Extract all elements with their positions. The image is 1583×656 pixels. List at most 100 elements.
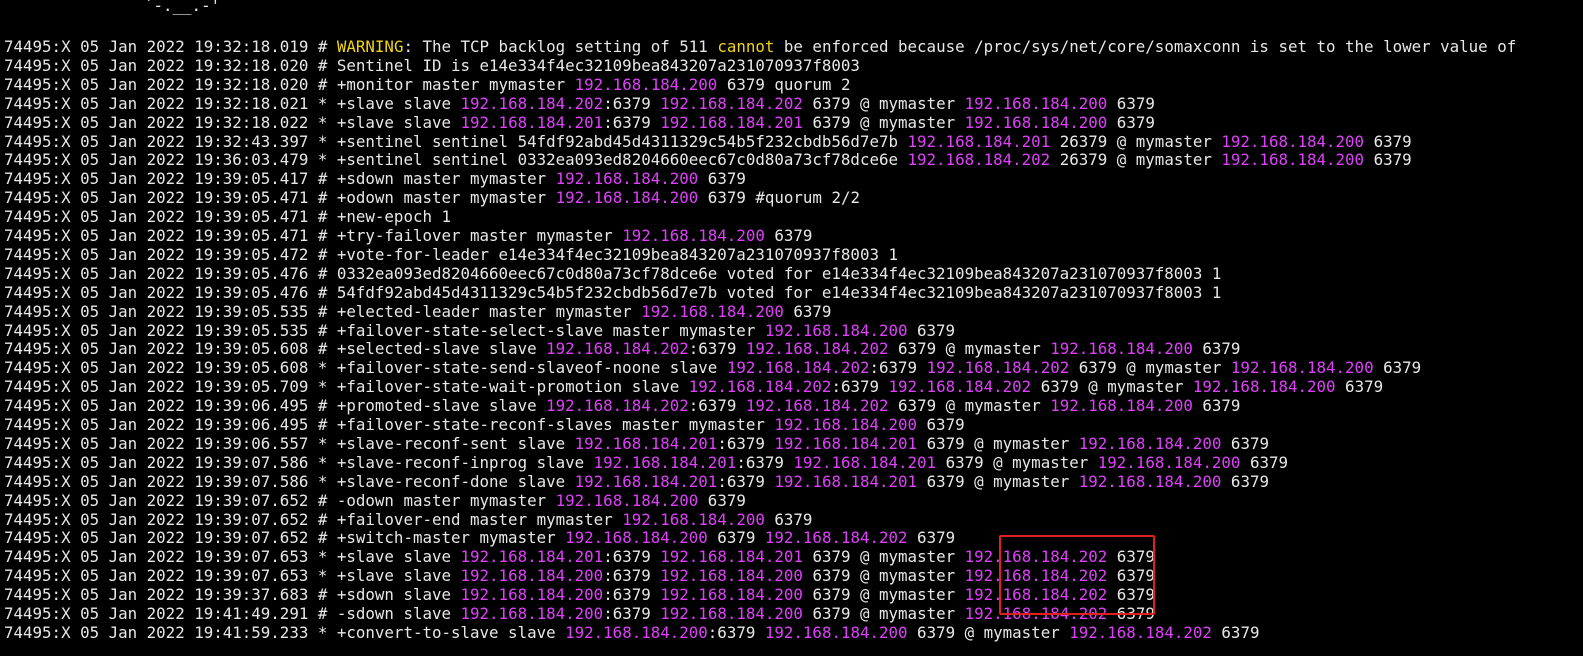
log-text: 6379 — [783, 301, 832, 321]
log-text: 6379 — [1192, 396, 1241, 416]
ip-address: 192.168.184.201 — [460, 547, 604, 567]
log-line: 74495:X 05 Jan 2022 19:41:49.291 # -sdow… — [4, 604, 1155, 623]
log-text: : The TCP backlog setting of 511 — [403, 37, 718, 56]
ip-address: 192.168.184.200 — [555, 490, 699, 510]
log-text: 74495:X 05 Jan 2022 19:32:18.020 # +moni… — [4, 74, 575, 94]
log-text: 6379 — [1107, 93, 1155, 113]
log-text: :6379 — [707, 622, 765, 642]
log-line: 74495:X 05 Jan 2022 19:39:05.471 # +odow… — [4, 188, 860, 207]
ip-address: 192.168.184.201 — [907, 131, 1051, 151]
log-text: :6379 — [688, 339, 746, 359]
log-line: 74495:X 05 Jan 2022 19:32:18.019 # WARNI… — [4, 37, 1516, 56]
log-text: 6379 @ mymaster — [802, 547, 965, 567]
log-text: 6379 — [707, 528, 765, 548]
terminal-prompt[interactable]: ^A — [4, 635, 69, 656]
log-text: 6379 — [1107, 604, 1155, 623]
log-text: 74495:X 05 Jan 2022 19:39:05.471 # +try-… — [4, 226, 623, 245]
ip-address: 192.168.184.200 — [1050, 339, 1193, 359]
ip-address: 192.168.184.200 — [1078, 471, 1222, 491]
log-text: :6379 — [717, 433, 775, 453]
ip-address: 192.168.184.202 — [964, 547, 1108, 567]
log-text: 74495:X 05 Jan 2022 19:41:49.291 # -sdow… — [4, 604, 461, 623]
log-text: 6379 @ mymaster — [917, 433, 1079, 453]
ip-address: 192.168.184.202 — [907, 150, 1051, 170]
ip-address: 192.168.184.200 — [1221, 150, 1365, 170]
ip-address: 192.168.184.202 — [546, 396, 689, 416]
ip-address: 192.168.184.200 — [565, 528, 708, 548]
warning-text: cannot — [717, 37, 775, 56]
log-text: 74495:X 05 Jan 2022 19:39:07.652 # +fail… — [4, 509, 623, 529]
log-text: 74495:X 05 Jan 2022 19:39:07.652 # -odow… — [4, 490, 556, 510]
log-text: 6379 @ mymaster — [917, 471, 1079, 491]
log-text: 74495:X 05 Jan 2022 19:39:05.709 * +fail… — [4, 377, 689, 397]
log-line: 74495:X 05 Jan 2022 19:39:05.608 # +sele… — [4, 339, 1240, 358]
log-line: 74495:X 05 Jan 2022 19:39:07.652 # +swit… — [4, 528, 955, 547]
log-line: 74495:X 05 Jan 2022 19:39:05.471 # +try-… — [4, 226, 812, 245]
log-text: 6379 @ mymaster — [1031, 377, 1193, 397]
log-text: 74495:X 05 Jan 2022 19:39:05.417 # +sdow… — [4, 169, 556, 189]
log-line: 74495:X 05 Jan 2022 19:39:37.683 # +sdow… — [4, 585, 1155, 604]
ip-address: 192.168.184.202 — [726, 358, 870, 378]
log-line: 74495:X 05 Jan 2022 19:36:03.479 * +sent… — [4, 150, 1412, 169]
ip-address: 192.168.184.200 — [660, 566, 803, 586]
log-text: 26379 @ mymaster — [1050, 131, 1222, 151]
log-line: 74495:X 05 Jan 2022 19:32:43.397 * +sent… — [4, 132, 1412, 151]
log-text: :6379 — [717, 471, 775, 491]
log-text: 6379 — [1240, 452, 1288, 472]
ip-address: 192.168.184.202 — [888, 377, 1032, 397]
ip-address: 192.168.184.200 — [1192, 377, 1336, 397]
log-text: 6379 @ mymaster — [802, 604, 965, 623]
log-text: 6379 — [1221, 433, 1269, 453]
log-text: 74495:X 05 Jan 2022 19:39:05.471 # +new-… — [4, 207, 451, 227]
log-text: 6379 — [698, 490, 746, 510]
log-line: 74495:X 05 Jan 2022 19:39:05.476 # 0332e… — [4, 264, 1221, 283]
log-text: 74495:X 05 Jan 2022 19:39:07.652 # +swit… — [4, 528, 566, 548]
log-line: 74495:X 05 Jan 2022 19:39:06.495 # +fail… — [4, 415, 965, 434]
log-text: :6379 — [603, 112, 661, 132]
ip-address: 192.168.184.200 — [574, 74, 718, 94]
log-text: 74495:X 05 Jan 2022 19:39:05.535 # +fail… — [4, 320, 765, 340]
log-text: 6379 #quorum 2/2 — [698, 188, 860, 208]
log-line: 74495:X 05 Jan 2022 19:41:59.233 * +conv… — [4, 623, 1259, 642]
log-text: 74495:X 05 Jan 2022 19:39:05.535 # +elec… — [4, 301, 642, 321]
log-text: 6379 @ mymaster — [888, 339, 1051, 359]
ip-address: 192.168.184.200 — [622, 226, 765, 245]
log-text: :6379 — [869, 358, 927, 378]
log-text: :6379 — [603, 547, 661, 567]
ip-address: 192.168.184.201 — [774, 471, 918, 491]
log-line: 74495:X 05 Jan 2022 19:39:07.652 # +fail… — [4, 510, 812, 529]
log-line: 74495:X 05 Jan 2022 19:39:05.535 # +elec… — [4, 302, 831, 321]
ip-address: 192.168.184.200 — [660, 604, 803, 623]
log-line: 74495:X 05 Jan 2022 19:39:07.586 * +slav… — [4, 472, 1269, 491]
log-line: 74495:X 05 Jan 2022 19:39:06.557 * +slav… — [4, 434, 1269, 453]
log-text: 26379 @ mymaster — [1050, 150, 1222, 170]
log-text: 6379 @ mymaster — [936, 452, 1098, 472]
log-line: 74495:X 05 Jan 2022 19:32:18.020 # Senti… — [4, 56, 860, 75]
ip-address: 192.168.184.200 — [555, 188, 699, 208]
ip-address: 192.168.184.200 — [1097, 452, 1241, 472]
log-text: 6379 quorum 2 — [717, 74, 851, 94]
log-text: 6379 — [1221, 471, 1269, 491]
log-text: 74495:X 05 Jan 2022 19:39:07.653 * +slav… — [4, 566, 461, 586]
log-text: 6379 @ mymaster — [1069, 358, 1231, 378]
ip-address: 192.168.184.200 — [460, 604, 604, 623]
log-line: 74495:X 05 Jan 2022 19:39:07.653 * +slav… — [4, 566, 1155, 585]
log-text: 74495:X 05 Jan 2022 19:39:06.495 # +fail… — [4, 415, 775, 434]
log-text: 74495:X 05 Jan 2022 19:39:05.476 # 54fdf… — [4, 282, 1222, 302]
log-text: 6379 — [1192, 339, 1241, 359]
ip-address: 192.168.184.201 — [660, 112, 803, 132]
log-text: :6379 — [603, 604, 661, 623]
log-text: be enforced because /proc/sys/net/core/s… — [774, 37, 1517, 56]
log-line: 74495:X 05 Jan 2022 19:39:07.586 * +slav… — [4, 453, 1288, 472]
log-line: 74495:X 05 Jan 2022 19:39:05.476 # 54fdf… — [4, 283, 1221, 302]
ip-address: 192.168.184.202 — [460, 93, 604, 113]
log-line: 74495:X 05 Jan 2022 19:39:07.652 # -odow… — [4, 491, 746, 510]
log-line: 74495:X 05 Jan 2022 19:39:05.417 # +sdow… — [4, 169, 746, 188]
log-text: 74495:X 05 Jan 2022 19:39:37.683 # +sdow… — [4, 585, 461, 605]
log-text: 74495:X 05 Jan 2022 19:32:18.021 * +slav… — [4, 93, 461, 113]
log-text: 6379 — [1107, 585, 1155, 605]
ip-address: 192.168.184.202 — [745, 339, 889, 359]
terminal-window[interactable]: `-.__.-' 74495:X 05 Jan 2022 19:32:18.01… — [4, 0, 1583, 656]
log-text: 6379 @ mymaster — [802, 585, 965, 605]
log-text: 74495:X 05 Jan 2022 19:32:18.020 # Senti… — [4, 55, 860, 75]
